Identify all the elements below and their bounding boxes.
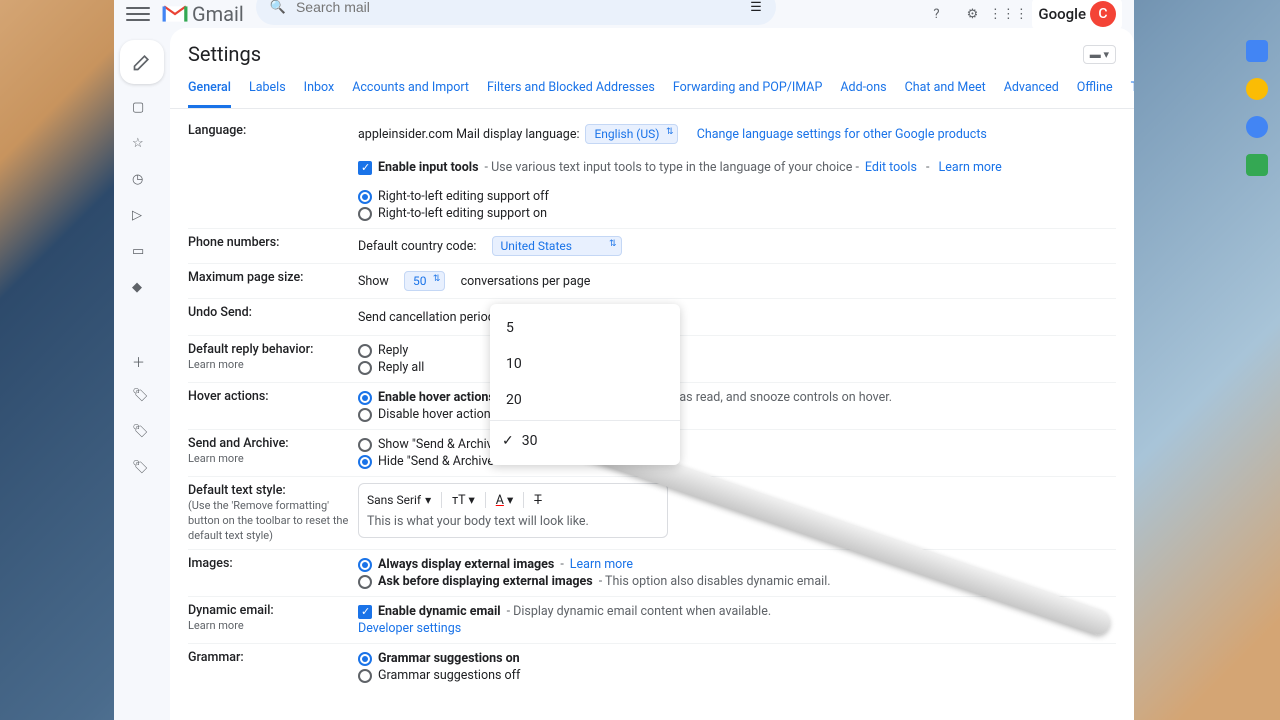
- hide-sendarchive-radio[interactable]: [358, 455, 372, 469]
- label-icon[interactable]: ◆: [132, 280, 152, 300]
- gear-icon[interactable]: ⚙: [960, 2, 984, 26]
- tab-addons[interactable]: Add-ons: [840, 74, 886, 108]
- google-badge[interactable]: Google C: [1032, 0, 1122, 29]
- dynamic-enable-check[interactable]: [358, 605, 372, 619]
- images-always-radio[interactable]: [358, 558, 372, 572]
- tab-forwarding[interactable]: Forwarding and POP/IMAP: [673, 74, 823, 108]
- clear-format-icon[interactable]: T: [534, 493, 541, 508]
- tab-general[interactable]: General: [188, 74, 231, 108]
- tag-icon[interactable]: 🏷: [132, 388, 152, 408]
- undo-option-10[interactable]: 10: [490, 346, 680, 382]
- replyall-radio[interactable]: [358, 361, 372, 375]
- undo-option-20[interactable]: 20: [490, 382, 680, 418]
- reply-label: Default reply behavior: Learn more: [188, 342, 358, 376]
- grammar-off-radio[interactable]: [358, 669, 372, 683]
- tab-offline[interactable]: Offline: [1077, 74, 1113, 108]
- apps-icon[interactable]: ⋮⋮⋮: [996, 2, 1020, 26]
- reply-learn-link[interactable]: Learn more: [188, 358, 244, 371]
- tab-labels[interactable]: Labels: [249, 74, 286, 108]
- gmail-logo[interactable]: Gmail: [162, 2, 244, 26]
- input-locale-selector[interactable]: ▬ ▾: [1083, 45, 1116, 64]
- rtl-on-radio[interactable]: [358, 207, 372, 221]
- tab-themes[interactable]: Themes: [1131, 74, 1134, 108]
- right-sidebar: [1234, 30, 1280, 176]
- learn-more-link[interactable]: Learn more: [939, 160, 1002, 175]
- inbox-icon[interactable]: ▢: [132, 100, 152, 120]
- settings-tabs: General Labels Inbox Accounts and Import…: [170, 74, 1134, 109]
- keep-icon[interactable]: [1246, 78, 1268, 100]
- tag3-icon[interactable]: 🏷: [132, 460, 152, 480]
- tasks-icon[interactable]: [1246, 116, 1268, 138]
- color-select[interactable]: A ▾: [496, 492, 514, 508]
- calendar-icon[interactable]: [1246, 40, 1268, 62]
- compose-button[interactable]: [120, 40, 164, 84]
- hover-enable-radio[interactable]: [358, 391, 372, 405]
- sidebar: ▢ ☆ ◷ ▷ ▭ ◆ ＋ 🏷 🏷 🏷: [114, 30, 170, 720]
- hover-disable-radio[interactable]: [358, 408, 372, 422]
- language-select[interactable]: English (US): [585, 124, 678, 144]
- hover-label: Hover actions:: [188, 389, 358, 423]
- images-ask-radio[interactable]: [358, 575, 372, 589]
- text-style-box: Sans Serif ▾ тТ ▾ A ▾ T This is what you…: [358, 483, 668, 538]
- clock-icon[interactable]: ◷: [132, 172, 152, 192]
- images-learn-link[interactable]: Learn more: [570, 557, 633, 572]
- tab-advanced[interactable]: Advanced: [1004, 74, 1059, 108]
- star-icon[interactable]: ☆: [132, 136, 152, 156]
- change-lang-link[interactable]: Change language settings for other Googl…: [697, 127, 987, 142]
- sendarchive-label: Send and Archive: Learn more: [188, 436, 358, 470]
- contacts-icon[interactable]: [1246, 154, 1268, 176]
- tab-chat[interactable]: Chat and Meet: [905, 74, 986, 108]
- tab-inbox[interactable]: Inbox: [304, 74, 335, 108]
- page-title: Settings: [188, 42, 261, 66]
- tab-accounts[interactable]: Accounts and Import: [352, 74, 469, 108]
- undo-label: Undo Send:: [188, 305, 358, 329]
- tab-filters[interactable]: Filters and Blocked Addresses: [487, 74, 655, 108]
- dynamic-learn-link[interactable]: Learn more: [188, 619, 244, 632]
- pagesize-select[interactable]: 50: [404, 271, 446, 291]
- search-icon: 🔍: [270, 0, 286, 15]
- tune-icon[interactable]: ☰: [750, 0, 762, 15]
- add-icon[interactable]: ＋: [132, 352, 152, 372]
- language-label: Language:: [188, 123, 358, 222]
- app-header: Gmail 🔍 ☰ ? ⚙ ⋮⋮⋮ Google C: [114, 0, 1134, 28]
- undo-dropdown: 5 10 20 30: [490, 304, 680, 465]
- dynamic-label: Dynamic email: Learn more: [188, 603, 358, 637]
- search-input[interactable]: [296, 0, 740, 15]
- edit-tools-link[interactable]: Edit tools: [865, 160, 917, 175]
- tag2-icon[interactable]: 🏷: [132, 424, 152, 444]
- settings-panel: Settings ▬ ▾ General Labels Inbox Accoun…: [170, 28, 1134, 720]
- size-select[interactable]: тТ ▾: [452, 492, 475, 508]
- avatar[interactable]: C: [1090, 1, 1116, 27]
- sent-icon[interactable]: ▷: [132, 208, 152, 228]
- font-select[interactable]: Sans Serif ▾: [367, 493, 431, 507]
- country-code-select[interactable]: United States: [492, 236, 622, 256]
- menu-icon[interactable]: [126, 2, 150, 26]
- search-bar[interactable]: 🔍 ☰: [256, 0, 776, 25]
- sendarchive-learn-link[interactable]: Learn more: [188, 452, 244, 465]
- reply-radio[interactable]: [358, 344, 372, 358]
- undo-option-30[interactable]: 30: [490, 423, 680, 459]
- pagesize-label: Maximum page size:: [188, 270, 358, 292]
- phone-label: Phone numbers:: [188, 235, 358, 257]
- images-label: Images:: [188, 556, 358, 590]
- help-icon[interactable]: ?: [924, 2, 948, 26]
- textstyle-label: Default text style: (Use the 'Remove for…: [188, 483, 358, 543]
- show-sendarchive-radio[interactable]: [358, 438, 372, 452]
- grammar-on-radio[interactable]: [358, 652, 372, 666]
- rtl-off-radio[interactable]: [358, 190, 372, 204]
- enable-input-tools-check[interactable]: [358, 161, 372, 175]
- undo-option-5[interactable]: 5: [490, 310, 680, 346]
- draft-icon[interactable]: ▭: [132, 244, 152, 264]
- dev-settings-link[interactable]: Developer settings: [358, 621, 461, 636]
- grammar-label: Grammar:: [188, 650, 358, 684]
